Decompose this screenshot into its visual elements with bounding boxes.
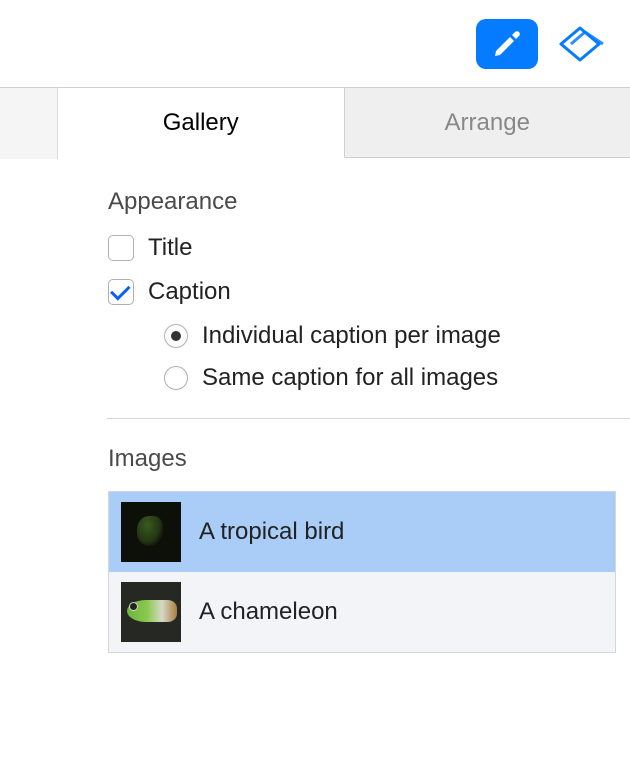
document-edge — [0, 87, 58, 159]
document-stack-icon — [553, 22, 607, 66]
radio-label: Same caption for all images — [202, 364, 498, 392]
caption-label: Caption — [148, 278, 231, 306]
image-caption: A tropical bird — [199, 518, 344, 546]
caption-option-row: Caption — [108, 278, 630, 306]
caption-checkbox[interactable] — [108, 279, 134, 305]
brush-icon — [490, 27, 524, 61]
caption-mode-individual-radio[interactable] — [164, 324, 188, 348]
image-list-item[interactable]: A chameleon — [109, 572, 615, 652]
title-option-row: Title — [108, 234, 630, 262]
format-button[interactable] — [476, 19, 538, 69]
appearance-heading: Appearance — [108, 188, 630, 216]
images-list: A tropical bird A chameleon — [108, 491, 616, 653]
title-checkbox[interactable] — [108, 235, 134, 261]
image-thumbnail — [121, 502, 181, 562]
radio-label: Individual caption per image — [202, 322, 501, 350]
image-caption: A chameleon — [199, 598, 338, 626]
caption-mode-individual-row: Individual caption per image — [164, 322, 630, 350]
tab-arrange[interactable]: Arrange — [345, 88, 630, 158]
tab-gallery[interactable]: Gallery — [58, 88, 345, 158]
image-thumbnail — [121, 582, 181, 642]
title-label: Title — [148, 234, 192, 262]
caption-mode-group: Individual caption per image Same captio… — [164, 322, 630, 392]
document-button[interactable] — [550, 19, 610, 69]
tab-label: Gallery — [163, 109, 239, 137]
tab-label: Arrange — [445, 109, 530, 137]
inspector-tabs: Gallery Arrange — [58, 88, 630, 158]
image-list-item[interactable]: A tropical bird — [109, 492, 615, 572]
caption-mode-same-radio[interactable] — [164, 366, 188, 390]
images-heading: Images — [108, 445, 630, 473]
inspector-panel: Gallery Arrange Appearance Title Caption… — [58, 87, 630, 758]
caption-mode-same-row: Same caption for all images — [164, 364, 630, 392]
toolbar — [0, 0, 630, 87]
section-divider — [107, 418, 630, 419]
